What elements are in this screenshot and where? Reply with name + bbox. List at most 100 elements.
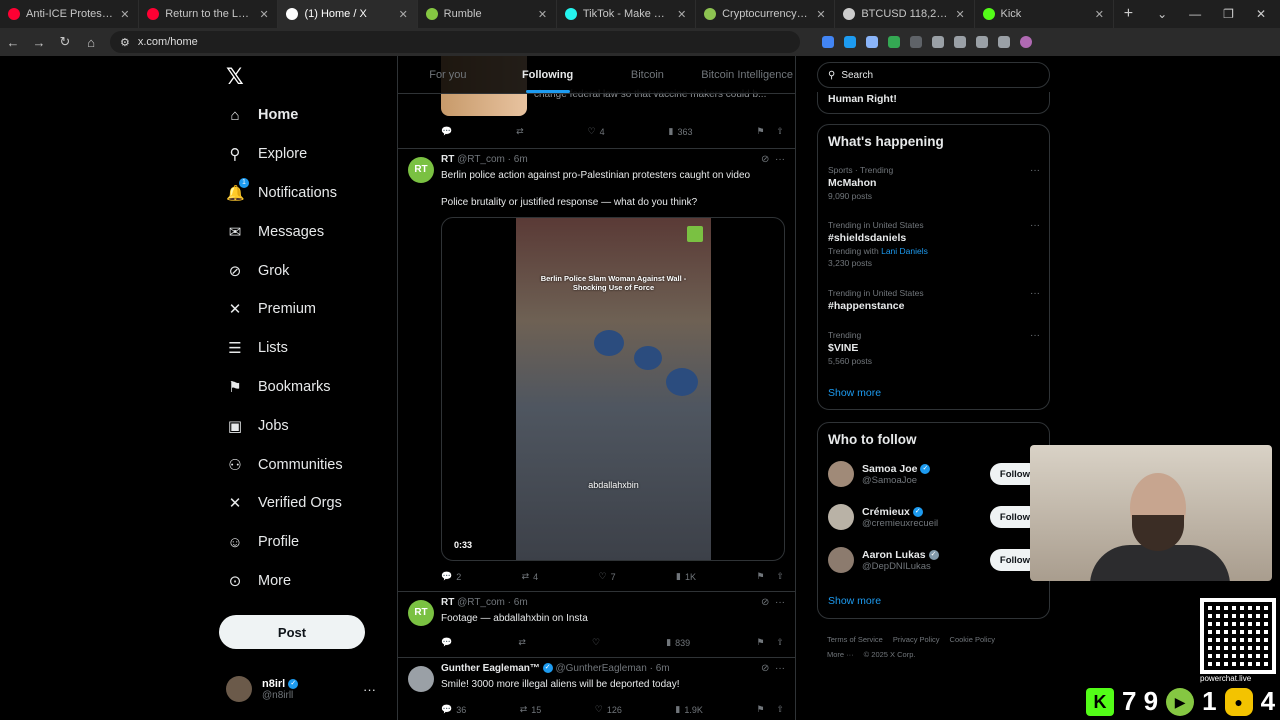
avatar[interactable] [828,461,854,487]
nav-item-jobs[interactable]: ▣ Jobs [226,406,343,445]
tweet[interactable]: RT RT @RT_com · 6m ⊘ ··· Footage — abdal… [398,592,795,658]
close-icon[interactable]: ✕ [538,8,548,21]
nav-item-explore[interactable]: ⚲ Explore [226,135,343,174]
more-options-icon[interactable]: ··· [775,663,785,674]
show-more-link[interactable]: Show more [828,595,881,607]
trend-item[interactable]: Trending $VINE 5,560 posts ··· [828,330,1040,366]
repost-button[interactable]: ⇄ [516,126,524,137]
timestamp[interactable]: 6m [656,663,670,674]
avatar[interactable] [828,504,854,530]
browser-tab[interactable]: Anti-ICE Protesters Can't h ✕ [0,0,140,28]
views-button[interactable]: ▮ 1.9K [675,704,702,715]
extension-icon[interactable] [888,36,900,48]
browser-tab[interactable]: Kick ✕ [975,0,1114,28]
extension-icon[interactable] [932,36,944,48]
close-icon[interactable]: ✕ [677,8,687,21]
timestamp[interactable]: 6m [514,154,528,165]
extension-icon[interactable] [910,36,922,48]
timestamp[interactable]: 6m [514,597,528,608]
reply-button[interactable]: 💬 [441,126,452,137]
search-input[interactable]: ⚲ Search [817,62,1050,88]
views-button[interactable]: ▮ 1K [676,571,696,582]
follow-suggestion[interactable]: Samoa Joe ✓ @SamoaJoe Follow [828,461,1040,487]
more-options-icon[interactable]: ··· [775,597,785,608]
more-options-icon[interactable]: ··· [1030,165,1040,176]
more-options-icon[interactable]: ··· [1030,220,1040,231]
tab-bitcoin-intelligence[interactable]: Bitcoin Intelligence [697,56,795,93]
views-button[interactable]: ▮ 839 [666,637,690,648]
browser-tab[interactable]: TikTok - Make Your Day ✕ [557,0,697,28]
follow-suggestion[interactable]: Crémieux ✓ @cremieuxrecueil Follow [828,504,1040,530]
account-switcher[interactable]: n8irl ✓ @n8irll ··· [226,676,376,702]
chevron-down-icon[interactable]: ⌄ [1157,7,1167,21]
nav-item-lists[interactable]: ☰ Lists [226,329,343,368]
grok-icon[interactable]: ⊘ [761,154,769,165]
avatar[interactable] [828,547,854,573]
share-icon[interactable]: ⇧ [776,126,784,137]
like-button[interactable]: ♡ 7 [599,571,616,582]
avatar[interactable] [408,666,434,692]
nav-item-notifications[interactable]: 🔔 1 Notifications [226,174,343,213]
video-frame[interactable]: Berlin Police Slam Woman Against Wall - … [516,218,711,560]
follow-suggestion[interactable]: Aaron Lukas ✓ @DepDNILukas Follow [828,547,1040,573]
video-player[interactable]: Berlin Police Slam Woman Against Wall - … [441,217,785,561]
footer-link[interactable]: Terms of Service [827,635,883,644]
close-window-icon[interactable]: ✕ [1256,7,1266,21]
share-icon[interactable]: ⇧ [776,571,784,582]
author-name[interactable]: Gunther Eagleman™ [441,663,540,674]
repost-button[interactable]: ⇄ [518,637,526,648]
nav-item-home[interactable]: ⌂ Home [226,96,343,135]
trend-item[interactable]: Trending in United States #shieldsdaniel… [828,220,1040,268]
author-handle[interactable]: @RT_com [457,154,505,165]
like-button[interactable]: ♡ 126 [595,704,622,715]
url-field[interactable]: ⚙ x.com/home [110,31,800,53]
minimize-icon[interactable]: — [1189,7,1201,21]
tab-for-you[interactable]: For you [398,56,498,93]
more-options-icon[interactable]: ··· [775,154,785,165]
author-name[interactable]: RT [441,597,454,608]
extension-icon[interactable] [976,36,988,48]
x-logo-icon[interactable]: 𝕏 [226,64,244,90]
tab-bitcoin[interactable]: Bitcoin [598,56,698,93]
extension-icon[interactable] [822,36,834,48]
reply-button[interactable]: 💬 36 [441,704,466,715]
repost-button[interactable]: ⇄ 15 [520,704,542,715]
avatar[interactable]: RT [408,157,434,183]
browser-tab[interactable]: BTCUSD 118,227.57 ▲ +0. ✕ [835,0,975,28]
nav-item-communities[interactable]: ⚇ Communities [226,445,342,484]
profile-avatar-icon[interactable] [1020,36,1032,48]
author-name[interactable]: RT [441,154,454,165]
promo-card[interactable]: Human Right! [817,92,1050,114]
browser-tab[interactable]: (1) Home / X ✕ [278,0,418,28]
trend-item[interactable]: Sports · Trending McMahon 9,090 posts ··… [828,165,1040,201]
share-icon[interactable]: ⇧ [776,637,784,648]
footer-link[interactable]: Privacy Policy [893,635,940,644]
reload-icon[interactable]: ↻ [58,34,72,50]
bookmark-icon[interactable]: ⚑ [756,126,764,137]
tab-following[interactable]: Following [498,56,598,93]
avatar[interactable]: RT [408,600,434,626]
close-icon[interactable]: ✕ [120,8,130,21]
new-tab-icon[interactable]: + [1114,0,1143,28]
extension-icon[interactable] [866,36,878,48]
extension-icon[interactable] [844,36,856,48]
footer-link[interactable]: Cookie Policy [950,635,995,644]
reply-button[interactable]: 💬 [441,637,452,648]
close-icon[interactable]: ✕ [956,8,966,21]
forward-icon[interactable]: → [32,35,46,50]
browser-tab[interactable]: Return to the Land founde ✕ [139,0,279,28]
nav-item-more[interactable]: ⊙ More [226,562,343,601]
extension-icon[interactable] [998,36,1010,48]
post-button[interactable]: Post [219,615,365,649]
nav-item-verified-orgs[interactable]: ✕ Verified Orgs [226,484,343,523]
maximize-icon[interactable]: ❐ [1223,7,1234,21]
share-icon[interactable]: ⇧ [776,704,784,715]
nav-item-messages[interactable]: ✉ Messages [226,212,343,251]
nav-item-profile[interactable]: ☺ Profile [226,523,343,562]
author-handle[interactable]: @RT_com [457,597,505,608]
bookmark-icon[interactable]: ⚑ [756,637,764,648]
back-icon[interactable]: ← [6,35,20,50]
more-options-icon[interactable]: ··· [363,682,376,697]
site-info-icon[interactable]: ⚙ [120,36,130,49]
grok-icon[interactable]: ⊘ [761,597,769,608]
